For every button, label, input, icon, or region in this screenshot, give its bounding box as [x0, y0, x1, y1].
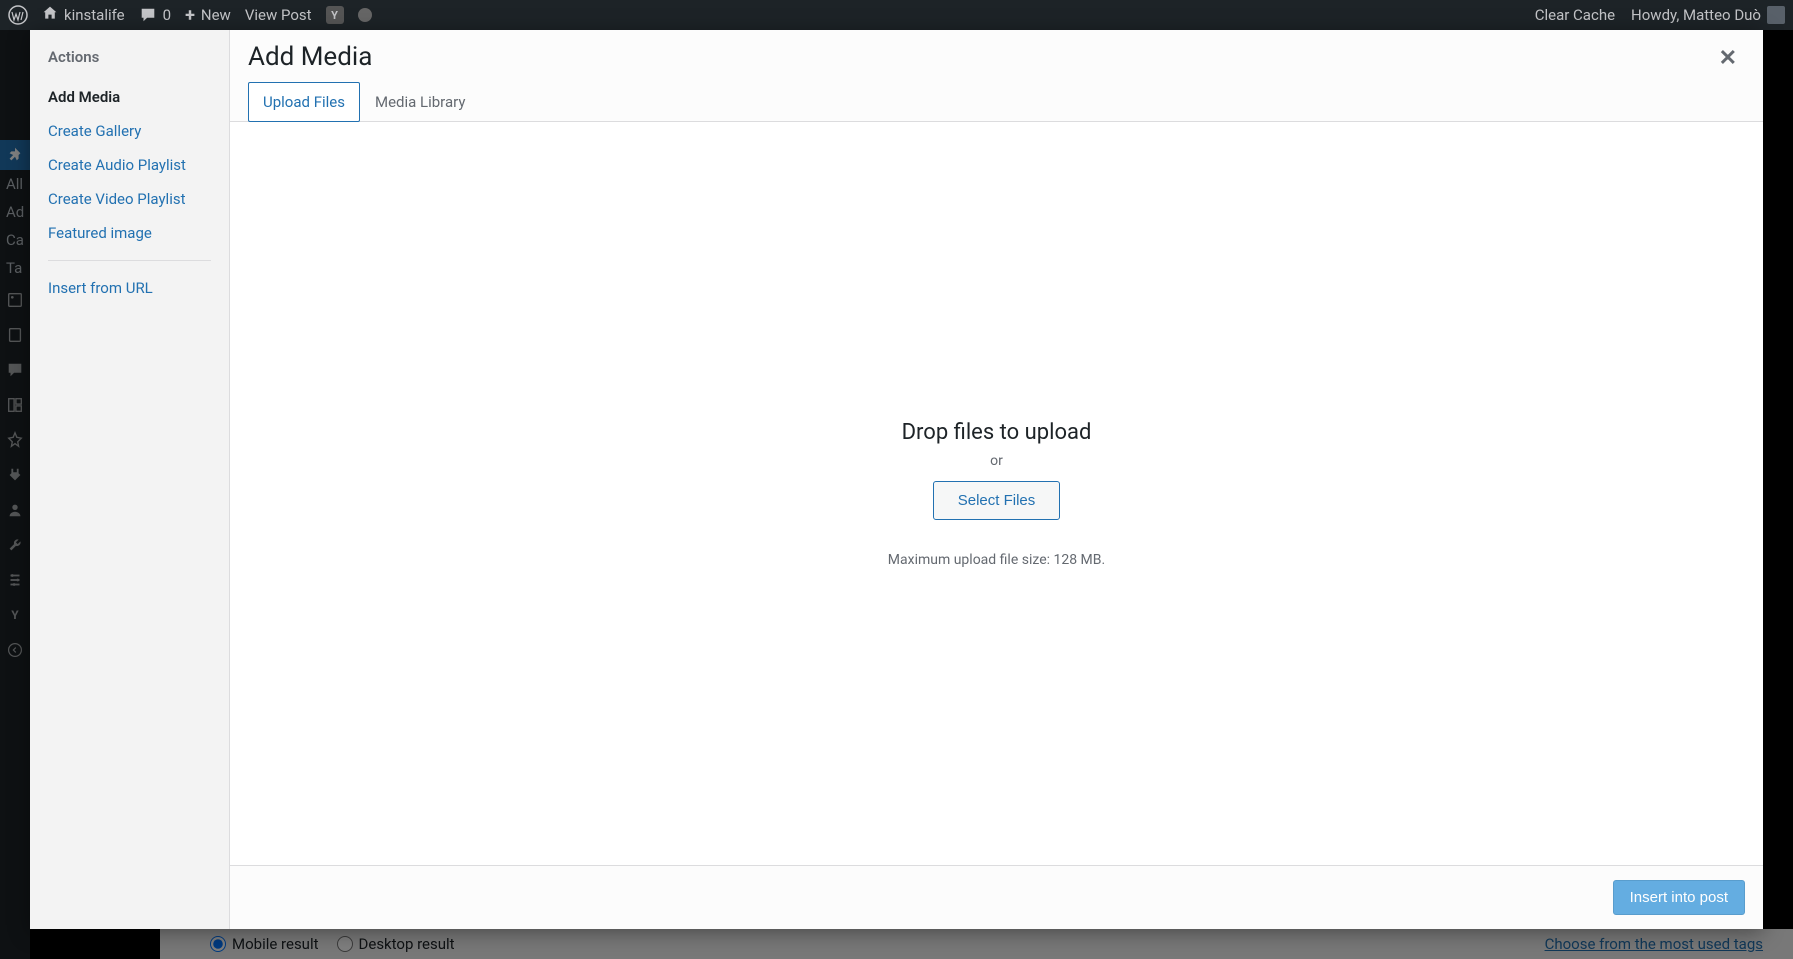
sidebar-item-create-gallery[interactable]: Create Gallery	[30, 114, 229, 148]
wp-admin-bar: kinstalife 0 + New View Post Y Clear Cac…	[0, 0, 1793, 30]
clear-cache-label: Clear Cache	[1535, 6, 1615, 24]
sidebar-divider	[48, 260, 211, 261]
status-dot-icon[interactable]	[358, 8, 372, 22]
modal-sidebar: Actions Add Media Create Gallery Create …	[30, 30, 230, 929]
home-icon	[42, 5, 58, 26]
view-post-label: View Post	[245, 6, 312, 24]
insert-into-post-button[interactable]: Insert into post	[1613, 880, 1745, 915]
wp-logo-icon[interactable]	[8, 5, 28, 25]
upload-or-text: or	[990, 453, 1003, 469]
comment-icon	[139, 6, 157, 24]
greeting-label: Howdy, Matteo Duò	[1631, 6, 1761, 24]
add-media-modal: Actions Add Media Create Gallery Create …	[30, 30, 1763, 929]
clear-cache-link[interactable]: Clear Cache	[1535, 6, 1615, 24]
yoast-icon[interactable]: Y	[326, 6, 344, 24]
user-account-link[interactable]: Howdy, Matteo Duò	[1631, 6, 1785, 24]
sidebar-item-insert-url[interactable]: Insert from URL	[30, 271, 229, 305]
close-icon[interactable]: ✕	[1711, 42, 1745, 75]
plus-icon: +	[185, 5, 195, 26]
site-name: kinstalife	[64, 6, 125, 24]
sidebar-item-create-audio[interactable]: Create Audio Playlist	[30, 148, 229, 182]
modal-tabs: Upload Files Media Library	[230, 82, 1763, 122]
modal-footer: Insert into post	[230, 865, 1763, 929]
modal-main: Add Media ✕ Upload Files Media Library D…	[230, 30, 1763, 929]
new-content-link[interactable]: + New	[185, 5, 231, 26]
tab-upload-files[interactable]: Upload Files	[248, 82, 360, 122]
avatar	[1767, 6, 1785, 24]
sidebar-item-add-media[interactable]: Add Media	[30, 80, 229, 114]
upload-limit-text: Maximum upload file size: 128 MB.	[888, 552, 1105, 568]
upload-dropzone[interactable]: Drop files to upload or Select Files Max…	[230, 122, 1763, 865]
upload-drop-text: Drop files to upload	[902, 420, 1092, 445]
view-post-link[interactable]: View Post	[245, 6, 312, 24]
site-name-link[interactable]: kinstalife	[42, 5, 125, 26]
sidebar-item-featured-image[interactable]: Featured image	[30, 216, 229, 250]
comments-link[interactable]: 0	[139, 6, 171, 24]
comment-count: 0	[163, 6, 171, 24]
tab-media-library[interactable]: Media Library	[360, 82, 480, 122]
modal-title: Add Media	[248, 42, 372, 82]
new-label: New	[201, 6, 231, 24]
sidebar-heading: Actions	[30, 48, 229, 80]
sidebar-item-create-video[interactable]: Create Video Playlist	[30, 182, 229, 216]
select-files-button[interactable]: Select Files	[933, 481, 1061, 520]
